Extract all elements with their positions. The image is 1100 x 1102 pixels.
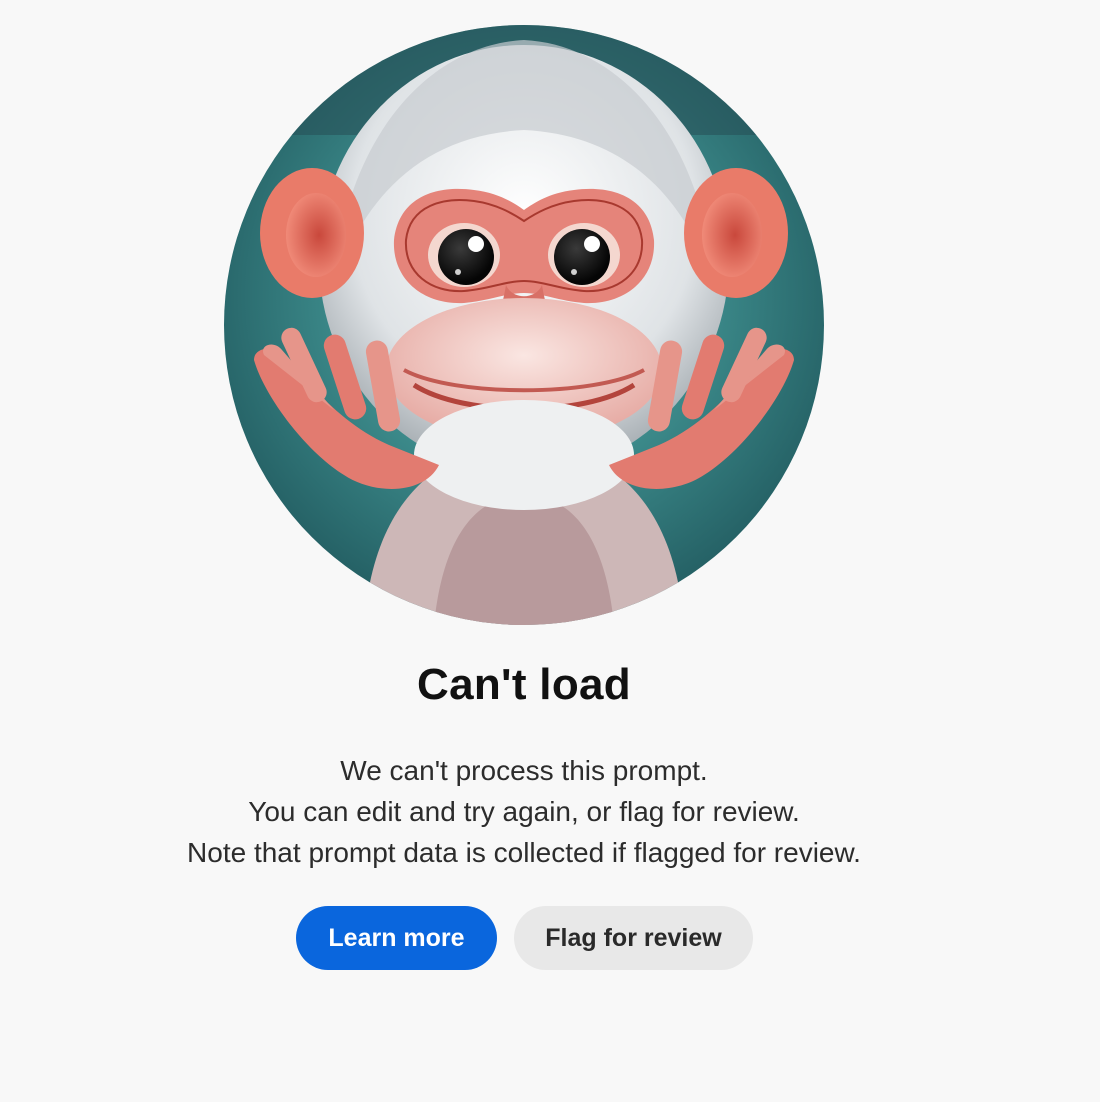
monkey-illustration: [224, 25, 824, 625]
error-message: We can't process this prompt. You can ed…: [0, 750, 1048, 873]
action-buttons: Learn more Flag for review: [296, 906, 753, 970]
error-message-line: You can edit and try again, or flag for …: [248, 796, 800, 827]
error-message-line: We can't process this prompt.: [340, 755, 708, 786]
learn-more-button[interactable]: Learn more: [296, 906, 497, 970]
error-title: Can't load: [417, 660, 631, 709]
flag-for-review-button[interactable]: Flag for review: [514, 906, 753, 970]
error-page: Can't load We can't process this prompt.…: [0, 0, 1100, 1102]
error-message-line: Note that prompt data is collected if fl…: [187, 837, 861, 868]
